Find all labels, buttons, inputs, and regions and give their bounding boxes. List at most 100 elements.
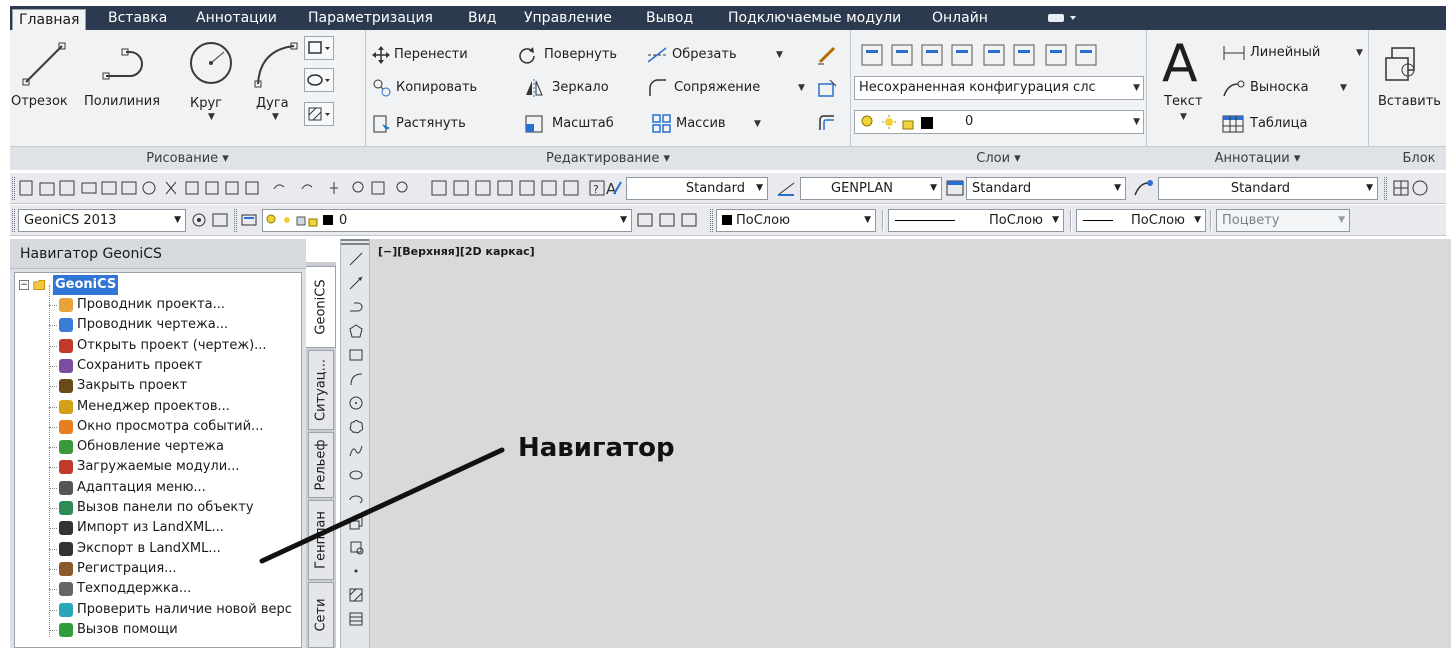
- insert-block-small-icon[interactable]: [348, 515, 364, 531]
- polyline-tool-label[interactable]: Полилиния: [84, 94, 160, 109]
- stretch-button[interactable]: Растянуть: [396, 116, 466, 131]
- layer-tools-toolbar-icons[interactable]: [636, 211, 706, 229]
- trim-dropdown-icon[interactable]: ▼: [776, 50, 783, 60]
- tree-item[interactable]: Закрыть проект: [49, 376, 301, 396]
- rotate-button[interactable]: Повернуть: [544, 47, 617, 62]
- tree-item[interactable]: Вызов панели по объекту: [49, 498, 301, 518]
- tab-output[interactable]: Вывод: [646, 6, 693, 30]
- table-style-combo[interactable]: Standard ▼: [966, 177, 1126, 200]
- hatch-icon[interactable]: [348, 587, 364, 603]
- arc-dropdown-icon[interactable]: ▼: [272, 112, 279, 122]
- tree-item[interactable]: Импорт из LandXML...: [49, 518, 301, 538]
- linear-dimension-button[interactable]: Линейный: [1250, 45, 1320, 60]
- layer-toolbar-combo[interactable]: 0 ▼: [262, 209, 632, 232]
- dim-style-combo[interactable]: GENPLAN ▼: [800, 177, 942, 200]
- collapse-icon[interactable]: −: [19, 280, 29, 290]
- erase-icon[interactable]: [816, 44, 838, 66]
- circle-tool-label[interactable]: Круг: [190, 96, 222, 111]
- polyline-tool-icon[interactable]: [100, 40, 158, 90]
- tree-item[interactable]: Окно просмотра событий...: [49, 417, 301, 437]
- toolbar-grip[interactable]: [234, 209, 237, 232]
- explode-icon[interactable]: [816, 78, 838, 100]
- tree-item[interactable]: Проводник проекта...: [49, 295, 301, 315]
- tree-item[interactable]: Менеджер проектов...: [49, 397, 301, 417]
- ellipse-button[interactable]: [304, 68, 334, 92]
- fillet-button[interactable]: Сопряжение: [674, 80, 760, 95]
- tab-home[interactable]: Главная: [12, 9, 87, 31]
- trim-button[interactable]: Обрезать: [672, 47, 737, 62]
- vtab-networks[interactable]: Сети: [308, 582, 334, 648]
- tree-item[interactable]: Вызов помощи: [49, 620, 301, 640]
- text-icon[interactable]: A: [1162, 36, 1198, 92]
- viewport-icons[interactable]: [1392, 179, 1432, 197]
- spline-icon[interactable]: [348, 443, 364, 459]
- tab-annotate[interactable]: Аннотации: [196, 6, 277, 30]
- vtab-relief[interactable]: Рельеф: [308, 432, 334, 498]
- tree-item[interactable]: Загружаемые модули...: [49, 457, 301, 477]
- arc-tool-label[interactable]: Дуга: [256, 96, 289, 111]
- tab-view[interactable]: Вид: [468, 6, 496, 30]
- tab-parametric[interactable]: Параметризация: [308, 6, 433, 30]
- hatch-button[interactable]: [304, 102, 334, 126]
- offset-icon[interactable]: [816, 112, 838, 134]
- standard-toolbar-icons[interactable]: [18, 179, 418, 197]
- tree-item[interactable]: Техподдержка...: [49, 579, 301, 599]
- workspace-settings-icons[interactable]: [190, 211, 230, 229]
- circle-tool-icon[interactable]: [186, 38, 236, 88]
- tree-item[interactable]: Адаптация меню...: [49, 478, 301, 498]
- arc-icon[interactable]: [348, 371, 364, 387]
- viewport-controls-label[interactable]: [−][Верхняя][2D каркас]: [378, 245, 535, 258]
- gradient-icon[interactable]: [348, 611, 364, 627]
- revision-cloud-icon[interactable]: [348, 419, 364, 435]
- polygon-icon[interactable]: [348, 323, 364, 339]
- ellipse-icon[interactable]: [348, 467, 364, 483]
- vtab-situation[interactable]: Ситуац...: [308, 350, 334, 430]
- move-button[interactable]: Перенести: [394, 47, 468, 62]
- rectangle-icon[interactable]: [348, 347, 364, 363]
- copy-button[interactable]: Копировать: [396, 80, 477, 95]
- linetype-combo[interactable]: ПоСлою ▼: [888, 209, 1064, 232]
- toolbar-grip[interactable]: [341, 239, 369, 245]
- table-button[interactable]: Таблица: [1250, 116, 1308, 131]
- tree-item[interactable]: Проводник чертежа...: [49, 315, 301, 335]
- draw-panel-title[interactable]: Рисование ▾: [10, 147, 365, 171]
- multileader-style-combo[interactable]: Standard ▼: [1158, 177, 1378, 200]
- array-dropdown-icon[interactable]: ▼: [754, 119, 761, 129]
- navigator-title[interactable]: Навигатор GeoniCS: [10, 239, 306, 269]
- ribbon-options-icon[interactable]: [1046, 11, 1080, 25]
- make-block-icon[interactable]: [348, 539, 364, 555]
- workspace-combo[interactable]: GeoniCS 2013 ▼: [18, 209, 186, 232]
- layer-combo[interactable]: 0 ▼: [854, 110, 1144, 134]
- modify-panel-title[interactable]: Редактирование ▾: [366, 147, 850, 171]
- circle-dropdown-icon[interactable]: ▼: [208, 112, 215, 122]
- fillet-dropdown-icon[interactable]: ▼: [798, 83, 805, 93]
- toolbar-grip[interactable]: [12, 177, 15, 200]
- scale-button[interactable]: Масштаб: [552, 116, 614, 131]
- layers-panel-title[interactable]: Слои ▾: [851, 147, 1146, 171]
- text-dropdown-icon[interactable]: ▼: [1180, 112, 1187, 122]
- leader-button[interactable]: Выноска: [1250, 80, 1309, 95]
- tab-online[interactable]: Онлайн: [932, 6, 988, 30]
- layer-tools-icon[interactable]: [860, 42, 1140, 68]
- polyline-icon[interactable]: [348, 299, 364, 315]
- tree-item[interactable]: Сохранить проект: [49, 356, 301, 376]
- circle-icon[interactable]: [348, 395, 364, 411]
- line-tool-icon[interactable]: [18, 38, 70, 90]
- toolbar-grip[interactable]: [1384, 177, 1387, 200]
- annotations-panel-title[interactable]: Аннотации ▾: [1147, 147, 1368, 171]
- lineweight-combo[interactable]: ПоСлою ▼: [1076, 209, 1206, 232]
- linear-dropdown-icon[interactable]: ▼: [1356, 48, 1363, 58]
- tab-manage[interactable]: Управление: [524, 6, 612, 30]
- color-combo[interactable]: ПоСлою ▼: [716, 209, 876, 232]
- toolbar-grip[interactable]: [710, 209, 713, 232]
- layer-state-combo[interactable]: Несохраненная конфигурация слс ▼: [854, 76, 1144, 100]
- leader-dropdown-icon[interactable]: ▼: [1340, 83, 1347, 93]
- block-panel-title[interactable]: Блок: [1369, 147, 1451, 171]
- ellipse-arc-icon[interactable]: [348, 491, 364, 507]
- tree-item[interactable]: Регистрация...: [49, 559, 301, 579]
- vtab-genplan[interactable]: Генплан: [308, 500, 334, 580]
- text-tool-label[interactable]: Текст: [1164, 94, 1203, 109]
- tree-item[interactable]: Обновление чертежа: [49, 437, 301, 457]
- rectangle-button[interactable]: [304, 36, 334, 60]
- tree-item[interactable]: Экспорт в LandXML...: [49, 539, 301, 559]
